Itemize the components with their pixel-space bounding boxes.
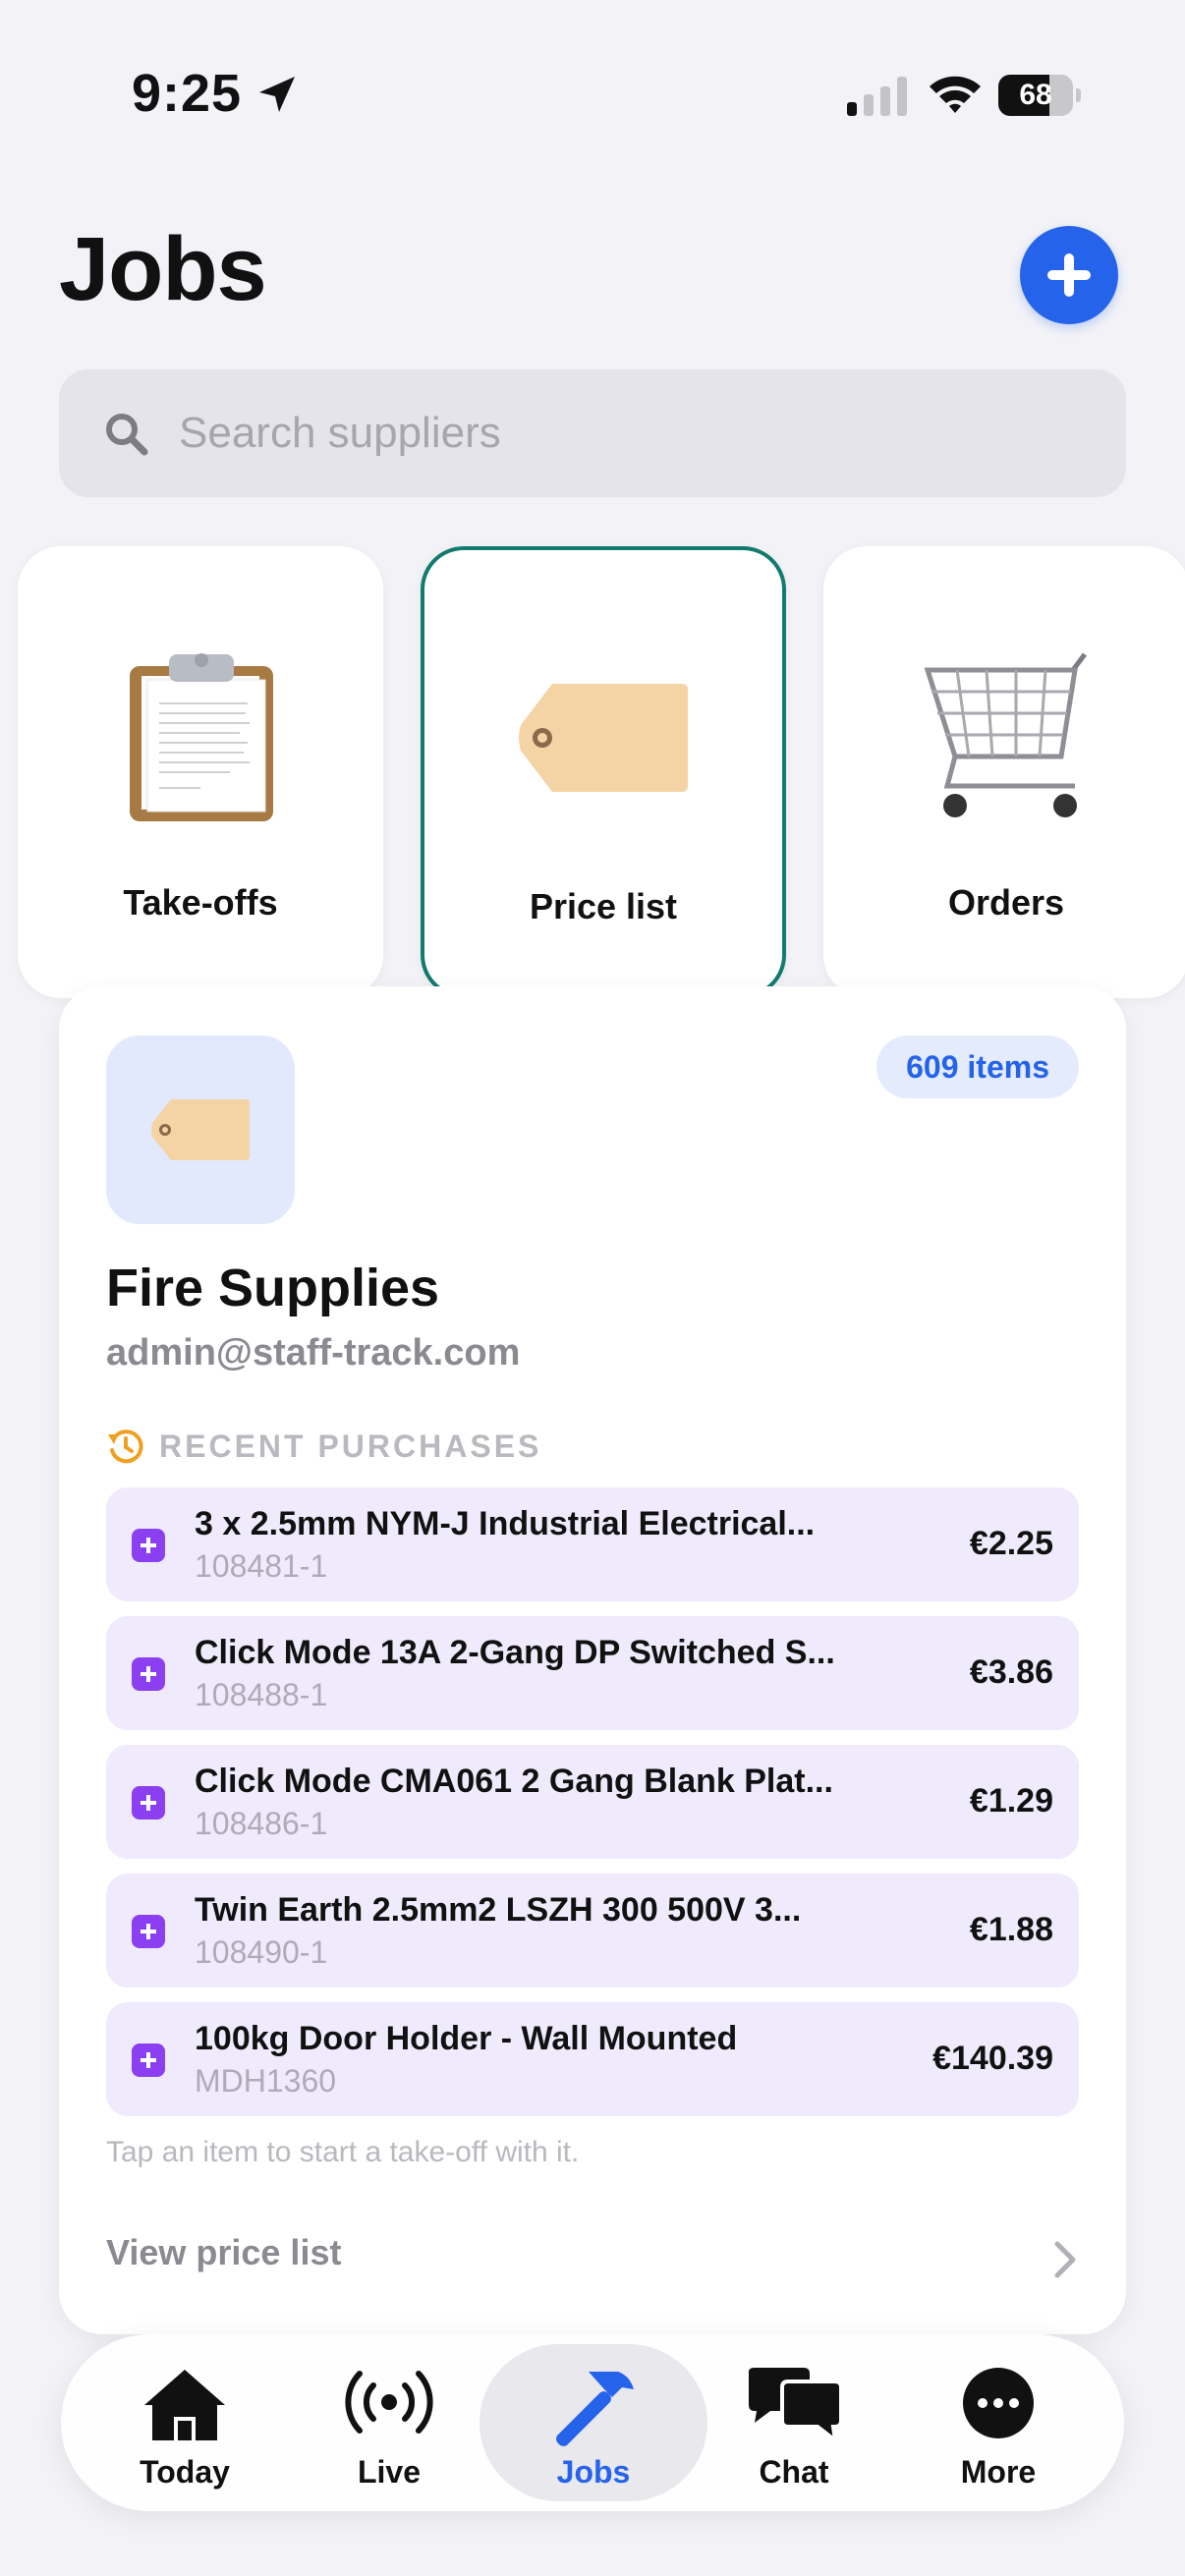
purchase-item-price: €1.88 [969,1911,1053,1948]
items-count-badge: 609 items [876,1036,1079,1098]
price-tag-icon [519,684,688,792]
wifi-icon [930,76,981,113]
location-arrow-icon [259,77,295,112]
price-tag-icon [151,1099,250,1160]
tab-label: Live [357,2454,422,2490]
hint-text: Tap an item to start a take-off with it. [106,2136,580,2168]
purchase-item-code: 108490-1 [195,1934,328,1970]
add-icon [132,2044,165,2077]
category-label: Orders [947,882,1065,923]
category-card-orders[interactable]: Orders [823,546,1185,998]
purchase-item[interactable]: Click Mode CMA061 2 Gang Blank Plat... 1… [106,1745,1079,1859]
tab-more[interactable]: More [900,2344,1097,2501]
tab-live[interactable]: Live [291,2344,487,2501]
add-icon [132,1915,165,1948]
status-time: 9:25 [132,64,243,123]
tab-chat[interactable]: Chat [696,2344,892,2501]
battery-level: 68 [1019,79,1052,111]
add-job-button[interactable] [1020,226,1118,324]
purchase-item[interactable]: Click Mode 13A 2-Gang DP Switched S... 1… [106,1616,1079,1730]
purchase-item[interactable]: Twin Earth 2.5mm2 LSZH 300 500V 3... 108… [106,1874,1079,1988]
search-icon [106,414,148,456]
view-price-list-label: View price list [106,2232,342,2272]
status-bar: 9:25 68 [0,0,1185,196]
purchase-item-name: 100kg Door Holder - Wall Mounted [195,2020,738,2057]
view-price-list-link[interactable]: View price list [106,2232,1079,2291]
more-icon [963,2368,1034,2438]
search-input[interactable] [179,409,1063,458]
hammer-icon [556,2372,634,2446]
add-icon [132,1529,165,1562]
tab-label: Jobs [556,2454,631,2490]
clipboard-icon [130,653,273,821]
recent-purchases-header: RECENT PURCHASES [106,1427,541,1466]
category-label: Take-offs [123,882,278,923]
recent-purchases-list: 3 x 2.5mm NYM-J Industrial Electrical...… [106,1487,1079,2131]
purchase-item-code: 108481-1 [195,1548,328,1584]
plus-icon [1047,253,1091,297]
tab-label: Chat [759,2454,829,2490]
page-title: Jobs [59,219,267,319]
purchase-item-name: Click Mode CMA061 2 Gang Blank Plat... [195,1763,833,1800]
purchase-item-price: €3.86 [969,1653,1053,1691]
purchase-item-name: Click Mode 13A 2-Gang DP Switched S... [195,1634,835,1671]
history-icon [108,1429,143,1464]
broadcast-icon [345,2371,433,2434]
supplier-panel: 609 items Fire Supplies admin@staff-trac… [59,986,1126,2334]
purchase-item-price: €140.39 [932,2040,1053,2077]
cellular-signal-icon [847,77,907,116]
supplier-email: admin@staff-track.com [106,1332,521,1373]
tab-label: Today [140,2454,230,2490]
tab-label: More [960,2454,1037,2490]
search-bar[interactable] [59,369,1126,497]
tab-bar: Today Live Jobs Chat More [61,2334,1124,2511]
purchase-item-code: 108486-1 [195,1806,328,1841]
purchase-item-code: MDH1360 [195,2063,337,2099]
chat-bubbles-icon [749,2368,843,2444]
tab-jobs[interactable]: Jobs [480,2344,707,2501]
shopping-cart-icon [924,652,1087,817]
battery-indicator: 68 [998,75,1081,116]
purchase-item-price: €2.25 [969,1525,1053,1562]
category-card-take-offs[interactable]: Take-offs [18,546,383,998]
purchase-item[interactable]: 3 x 2.5mm NYM-J Industrial Electrical...… [106,1487,1079,1601]
purchase-item-price: €1.29 [969,1782,1053,1820]
recent-purchases-title: RECENT PURCHASES [159,1428,542,1464]
supplier-name: Fire Supplies [106,1259,440,1317]
purchase-item-code: 108488-1 [195,1677,328,1712]
purchase-item-name: 3 x 2.5mm NYM-J Industrial Electrical... [195,1505,816,1542]
add-icon [132,1657,165,1691]
supplier-avatar [106,1036,295,1224]
category-card-price-list[interactable]: Price list [421,546,786,998]
house-icon [144,2370,225,2440]
purchase-item[interactable]: 100kg Door Holder - Wall Mounted MDH1360… [106,2002,1079,2116]
add-icon [132,1786,165,1820]
category-label: Price list [529,886,678,926]
chevron-right-icon [1054,2241,1076,2278]
purchase-item-name: Twin Earth 2.5mm2 LSZH 300 500V 3... [195,1891,802,1929]
tab-today[interactable]: Today [86,2344,283,2501]
